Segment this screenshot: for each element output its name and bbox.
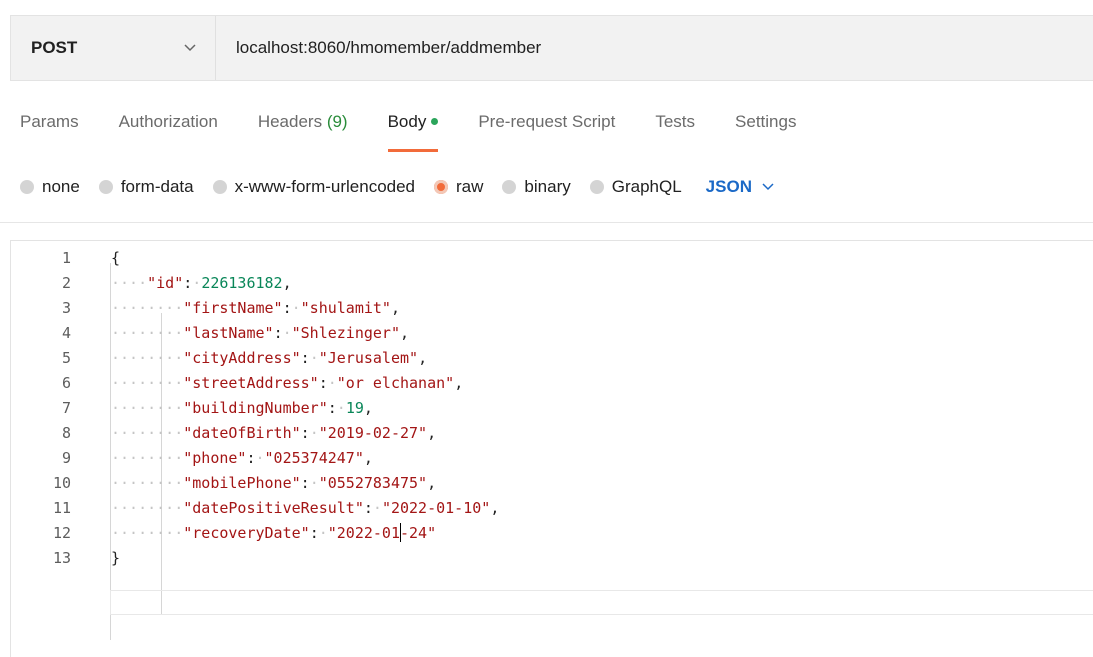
url-input[interactable]: localhost:8060/hmomember/addmember xyxy=(216,38,541,58)
body-type-none[interactable]: none xyxy=(20,177,80,197)
body-type-form-data[interactable]: form-data xyxy=(98,177,194,197)
code-line: 12 ········"recoveryDate":·"2022-01-24" xyxy=(11,521,1093,546)
code-line: 6 ········"streetAddress":·"or elchanan", xyxy=(11,371,1093,396)
format-label: JSON xyxy=(705,177,752,196)
line-number: 2 xyxy=(61,274,71,292)
tab-headers[interactable]: Headers (9) xyxy=(258,112,348,156)
line-number: 4 xyxy=(61,324,71,342)
line-number: 8 xyxy=(61,424,71,442)
body-type-options: none form-data x-www-form-urlencoded raw… xyxy=(20,175,774,199)
current-line-highlight xyxy=(110,590,1093,615)
request-tabs: Params Authorization Headers (9) Body Pr… xyxy=(20,112,836,156)
line-number: 6 xyxy=(61,374,71,392)
radio-icon[interactable] xyxy=(502,180,517,194)
method-select[interactable]: POST xyxy=(11,16,216,80)
code-text: ········"buildingNumber":·19, xyxy=(111,399,373,417)
code-line: 13} xyxy=(11,546,1093,571)
line-number: 9 xyxy=(61,449,71,467)
tab-pre-request-script[interactable]: Pre-request Script xyxy=(478,112,615,156)
code-text: ········"lastName":·"Shlezinger", xyxy=(111,324,410,342)
tab-params[interactable]: Params xyxy=(20,112,79,156)
option-label: raw xyxy=(456,177,484,196)
tab-tests[interactable]: Tests xyxy=(655,112,695,156)
code-text: ········"phone":·"025374247", xyxy=(111,449,373,467)
radio-icon[interactable] xyxy=(20,180,34,194)
code-line: 4 ········"lastName":·"Shlezinger", xyxy=(11,321,1093,346)
option-label: GraphQL xyxy=(611,177,682,196)
radio-selected-icon[interactable] xyxy=(434,180,449,194)
code-line: 5 ········"cityAddress":·"Jerusalem", xyxy=(11,346,1093,371)
line-number: 10 xyxy=(52,474,71,492)
line-number: 7 xyxy=(61,399,71,417)
code-line: 10 ········"mobilePhone":·"0552783475", xyxy=(11,471,1093,496)
option-label: none xyxy=(42,177,80,196)
code-editor[interactable]: 1{2 ····"id":·226136182, 3 ········"firstNa… xyxy=(10,240,1093,657)
radio-icon[interactable] xyxy=(98,180,113,194)
code-line: 1{ xyxy=(11,246,1093,271)
code-line: 9 ········"phone":·"025374247", xyxy=(11,446,1093,471)
tab-label: Params xyxy=(20,112,79,131)
code-line: 2 ····"id":·226136182, xyxy=(11,271,1093,296)
method-label: POST xyxy=(31,38,78,57)
body-type-urlencoded[interactable]: x-www-form-urlencoded xyxy=(212,177,416,197)
code-line: 8 ········"dateOfBirth":·"2019-02-27", xyxy=(11,421,1093,446)
option-label: x-www-form-urlencoded xyxy=(234,177,416,196)
format-select[interactable]: JSON xyxy=(706,177,774,197)
tab-authorization[interactable]: Authorization xyxy=(119,112,218,156)
body-type-raw[interactable]: raw xyxy=(434,177,483,197)
tab-label: Headers xyxy=(257,112,323,131)
code-text: ········"datePositiveResult":·"2022-01-1… xyxy=(111,499,500,517)
line-number: 5 xyxy=(61,349,71,367)
code-line: 7 ········"buildingNumber":·19, xyxy=(11,396,1093,421)
tab-label: Settings xyxy=(735,112,797,131)
code-text: ········"dateOfBirth":·"2019-02-27", xyxy=(111,424,437,442)
text-cursor xyxy=(400,523,401,542)
line-number: 1 xyxy=(61,249,71,267)
code-text: ········"recoveryDate":·"2022-01-24" xyxy=(111,523,437,542)
tab-body[interactable]: Body xyxy=(387,112,439,156)
code-text: ········"cityAddress":·"Jerusalem", xyxy=(111,349,428,367)
tab-settings[interactable]: Settings xyxy=(735,112,796,156)
body-indicator-dot xyxy=(431,118,439,126)
body-type-binary[interactable]: binary xyxy=(502,177,571,197)
code-text: ········"streetAddress":·"or elchanan", xyxy=(111,374,464,392)
option-label: form-data xyxy=(120,177,194,196)
chevron-down-icon xyxy=(762,178,774,196)
radio-icon[interactable] xyxy=(212,180,227,194)
code-line: 3 ········"firstName":·"shulamit", xyxy=(11,296,1093,321)
chevron-down-icon xyxy=(184,44,196,52)
tab-label: Tests xyxy=(655,112,696,131)
tab-label: Authorization xyxy=(118,112,218,131)
headers-count: (9) xyxy=(326,112,348,131)
line-number: 13 xyxy=(52,549,71,567)
code-text: } xyxy=(111,549,121,567)
line-number: 11 xyxy=(52,499,71,517)
line-number: 3 xyxy=(61,299,71,317)
body-type-graphql[interactable]: GraphQL xyxy=(589,177,682,197)
option-label: binary xyxy=(524,177,571,196)
code-text: { xyxy=(111,249,121,267)
line-number: 12 xyxy=(52,524,71,542)
code-line: 11 ········"datePositiveResult":·"2022-01… xyxy=(11,496,1093,521)
radio-icon[interactable] xyxy=(589,180,604,194)
code-text: ····"id":·226136182, xyxy=(111,274,292,292)
divider xyxy=(0,222,1093,223)
tab-label: Pre-request Script xyxy=(478,112,616,131)
tab-label: Body xyxy=(387,112,427,131)
code-text: ········"firstName":·"shulamit", xyxy=(111,299,400,317)
code-text: ········"mobilePhone":·"0552783475", xyxy=(111,474,437,492)
request-bar: POST localhost:8060/hmomember/addmember xyxy=(10,15,1093,81)
